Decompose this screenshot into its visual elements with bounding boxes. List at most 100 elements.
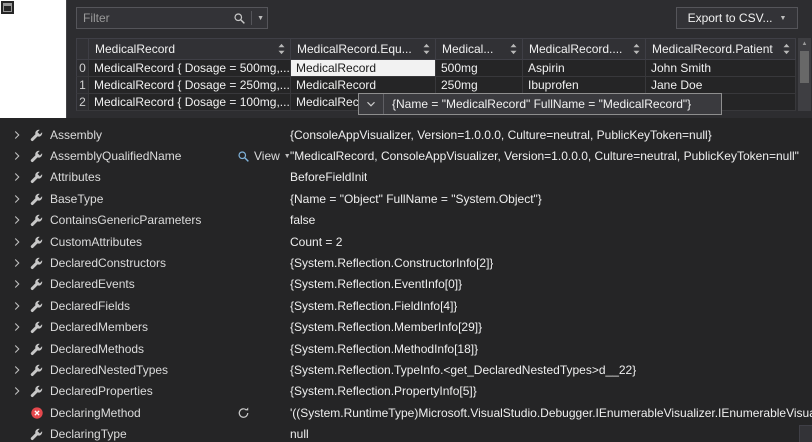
member-name: DeclaringMethod [50,406,141,420]
tree-row[interactable]: DeclaringMethod View ▼ '((System.Runtime… [0,402,812,423]
scrollbar-corner [799,425,812,442]
member-name: Attributes [50,170,101,184]
table-row[interactable]: 1MedicalRecord { Dosage = 250mg,...Medic… [76,77,796,94]
expand-chevron-icon[interactable] [10,213,24,227]
expand-chevron-icon[interactable] [10,170,24,184]
table-cell[interactable]: MedicalRecord [291,77,436,94]
expand-chevron-icon[interactable] [10,256,24,270]
scrollbar-thumb[interactable] [800,51,809,83]
member-name: ContainsGenericParameters [50,213,201,227]
view-button-label: View [254,149,280,163]
expand-chevron-icon[interactable] [10,149,24,163]
filter-dropdown-icon[interactable]: ▼ [254,15,267,22]
error-icon [30,406,44,420]
tree-row[interactable]: DeclaredEvents View ▼ {System.Reflection… [0,274,812,295]
expand-chevron-icon[interactable] [10,299,24,313]
member-name: DeclaredConstructors [50,256,166,270]
member-value: {System.Reflection.EventInfo[0]} [290,277,462,291]
member-value: {System.Reflection.FieldInfo[4]} [290,299,457,313]
scroll-up-icon[interactable]: ▲ [798,38,811,50]
datatip-header[interactable]: {Name = "MedicalRecord" FullName = "Medi… [358,93,722,115]
sort-icon[interactable] [509,43,518,55]
member-name: DeclaredMethods [50,342,144,356]
table-cell[interactable]: MedicalRecord { Dosage = 500mg,... [89,60,291,77]
search-icon[interactable] [230,12,249,25]
expand-chevron-icon[interactable] [10,277,24,291]
expand-chevron-icon[interactable] [10,128,24,142]
expand-chevron-icon[interactable] [10,363,24,377]
tree-row[interactable]: Assembly View ▼ {ConsoleAppVisualizer, V… [0,124,812,145]
tree-row[interactable]: AssemblyQualifiedName View ▼ "MedicalRec… [0,145,812,166]
tree-row[interactable]: DeclaredMembers View ▼ {System.Reflectio… [0,317,812,338]
filter-separator [251,11,252,25]
table-scrollbar[interactable]: ▲ [798,38,811,111]
tree-row[interactable]: DeclaredMethods View ▼ {System.Reflectio… [0,338,812,359]
filter-box[interactable]: ▼ [76,7,268,29]
sort-icon[interactable] [632,43,641,55]
view-button[interactable]: View ▼ [237,149,291,163]
table-cell[interactable]: Aspirin [523,60,646,77]
column-header-label: MedicalRecord.Patient [652,42,773,56]
tree-row[interactable]: ContainsGenericParameters View ▼ false [0,210,812,231]
table-cell[interactable]: Jane Doe [646,77,796,94]
table-header-row: MedicalRecord MedicalRecord.Equ... Medic… [76,38,796,60]
property-wrench-icon [30,320,44,334]
member-name: Assembly [50,128,102,142]
property-wrench-icon [30,427,44,441]
datatip-header-text: {Name = "MedicalRecord" FullName = "Medi… [384,97,699,111]
expand-chevron-icon[interactable] [10,342,24,356]
export-dropdown-icon: ▼ [780,15,787,22]
tree-row[interactable]: DeclaredFields View ▼ {System.Reflection… [0,295,812,316]
row-number-column-header [76,38,89,60]
table-cell[interactable]: 500mg [436,60,523,77]
member-name: CustomAttributes [50,235,142,249]
app-icon [1,1,14,14]
datatip-expansion-tree: Assembly View ▼ {ConsoleAppVisualizer, V… [0,118,812,442]
column-header-label: Medical... [442,42,493,56]
export-csv-button[interactable]: Export to CSV... ▼ [676,7,798,29]
sort-icon[interactable] [422,43,431,55]
table-cell[interactable]: 250mg [436,77,523,94]
sort-icon[interactable] [277,43,286,55]
tree-row[interactable]: Attributes View ▼ BeforeFieldInit [0,167,812,188]
member-name: DeclaredProperties [50,384,153,398]
screen: ▼ Export to CSV... ▼ MedicalRecord Medic… [0,0,812,442]
tree-row[interactable]: DeclaredConstructors View ▼ {System.Refl… [0,252,812,273]
column-header[interactable]: MedicalRecord.Patient [646,38,796,60]
column-header[interactable]: MedicalRecord [89,38,291,60]
tree-row[interactable]: CustomAttributes View ▼ Count = 2 [0,231,812,252]
filter-input[interactable] [77,11,230,25]
column-header[interactable]: MedicalRecord.... [523,38,646,60]
property-wrench-icon [30,128,44,142]
tree-row[interactable]: DeclaringType View ▼ null [0,423,812,442]
member-name: DeclaredFields [50,299,130,313]
member-value: '((System.RuntimeType)Microsoft.VisualSt… [290,406,812,420]
expand-chevron-icon[interactable] [10,384,24,398]
property-wrench-icon [30,170,44,184]
tree-row[interactable]: DeclaredProperties View ▼ {System.Reflec… [0,381,812,402]
refresh-button[interactable] [237,406,250,419]
expand-chevron-icon[interactable] [10,235,24,249]
table-cell[interactable]: MedicalRecord { Dosage = 100mg,... [89,94,291,111]
table-cell[interactable]: MedicalRecord { Dosage = 250mg,... [89,77,291,94]
member-name: BaseType [50,192,103,206]
table-cell[interactable]: MedicalRecord [291,60,436,77]
chevron-down-icon[interactable] [359,94,384,114]
tree-row[interactable]: DeclaredNestedTypes View ▼ {System.Refle… [0,359,812,380]
table-cell[interactable]: John Smith [646,60,796,77]
tree-row[interactable]: BaseType View ▼ {Name = "Object" FullNam… [0,188,812,209]
member-value: {ConsoleAppVisualizer, Version=1.0.0.0, … [290,128,712,142]
property-wrench-icon [30,299,44,313]
expand-chevron-icon[interactable] [10,320,24,334]
sort-icon[interactable] [782,43,791,55]
expand-chevron-icon[interactable] [10,192,24,206]
table-cell[interactable]: Ibuprofen [523,77,646,94]
column-header[interactable]: MedicalRecord.Equ... [291,38,436,60]
member-name: DeclaringType [50,427,127,441]
property-wrench-icon [30,363,44,377]
member-value: null [290,427,309,441]
table-row[interactable]: 0MedicalRecord { Dosage = 500mg,...Medic… [76,60,796,77]
column-header[interactable]: Medical... [436,38,523,60]
property-wrench-icon [30,192,44,206]
property-wrench-icon [30,384,44,398]
